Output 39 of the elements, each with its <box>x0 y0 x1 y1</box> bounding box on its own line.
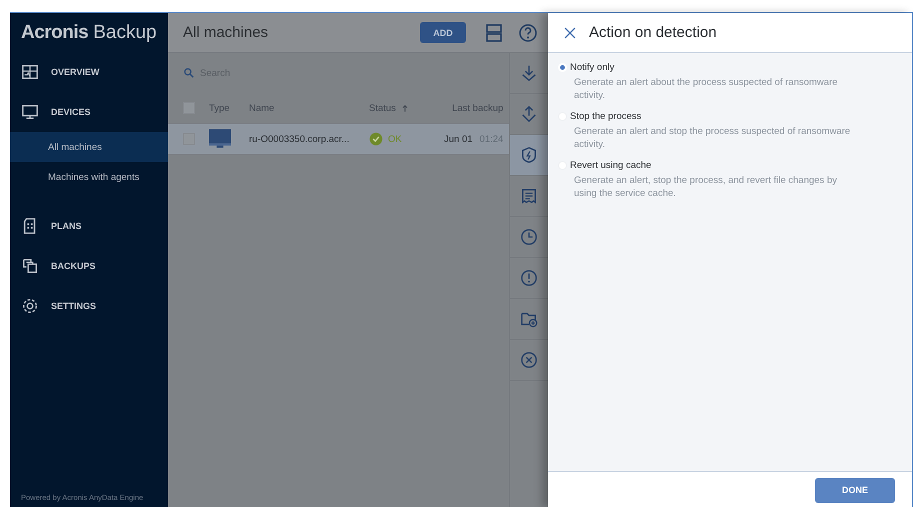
nav-subitem[interactable]: Machines with agents <box>10 162 168 192</box>
download-icon <box>520 64 538 82</box>
nav-item[interactable]: BACKUPS <box>10 246 168 286</box>
nav-subitem[interactable]: All machines <box>10 132 168 162</box>
help-icon[interactable] <box>518 22 538 42</box>
clock-icon <box>520 228 538 246</box>
option-label[interactable]: Revert using cache <box>570 160 652 171</box>
nav-item[interactable]: PLANS <box>10 206 168 246</box>
copies-icon <box>21 257 39 275</box>
table-cell: Jun 01 <box>444 134 473 144</box>
shield-icon <box>520 146 538 164</box>
monitor-icon <box>21 103 39 121</box>
nav-item[interactable]: DEVICES <box>10 92 168 132</box>
table-cell-text: ru-O0003350.corp.acr... <box>249 134 350 144</box>
nav-item[interactable]: OVERVIEW <box>10 52 168 92</box>
option-label[interactable]: Notify only <box>570 62 614 73</box>
nav-item[interactable]: SETTINGS <box>10 286 168 326</box>
option-label[interactable]: Stop the process <box>570 111 642 122</box>
search-icon <box>183 67 195 79</box>
close-circle-icon <box>520 351 538 369</box>
document-icon <box>520 187 538 205</box>
panel-title: Action on detection <box>589 24 717 41</box>
dashboard-icon <box>21 63 39 81</box>
page-title: All machines <box>183 24 268 41</box>
option-description: Generate an alert and stop the process suspected of ransomware activity. <box>573 125 852 151</box>
done-button[interactable]: DONE <box>815 478 895 502</box>
monitor-icon <box>209 128 231 150</box>
settings-icon <box>21 297 39 315</box>
folder-plus-icon <box>520 310 538 328</box>
logo: Acronis Backup <box>20 20 158 44</box>
check-circle-icon <box>369 132 383 146</box>
upload-icon <box>520 105 538 123</box>
option-description: Generate an alert, stop the process, and revert file changes by using the service cache. <box>573 174 838 200</box>
option-description: Generate an alert about the process suspected of ransomware activity. <box>573 76 839 102</box>
alert-icon <box>520 269 538 287</box>
layout-icon[interactable] <box>484 22 504 42</box>
close-icon[interactable] <box>563 26 577 40</box>
status-text: OK <box>388 134 402 144</box>
add-button[interactable]: ADD <box>420 22 466 43</box>
